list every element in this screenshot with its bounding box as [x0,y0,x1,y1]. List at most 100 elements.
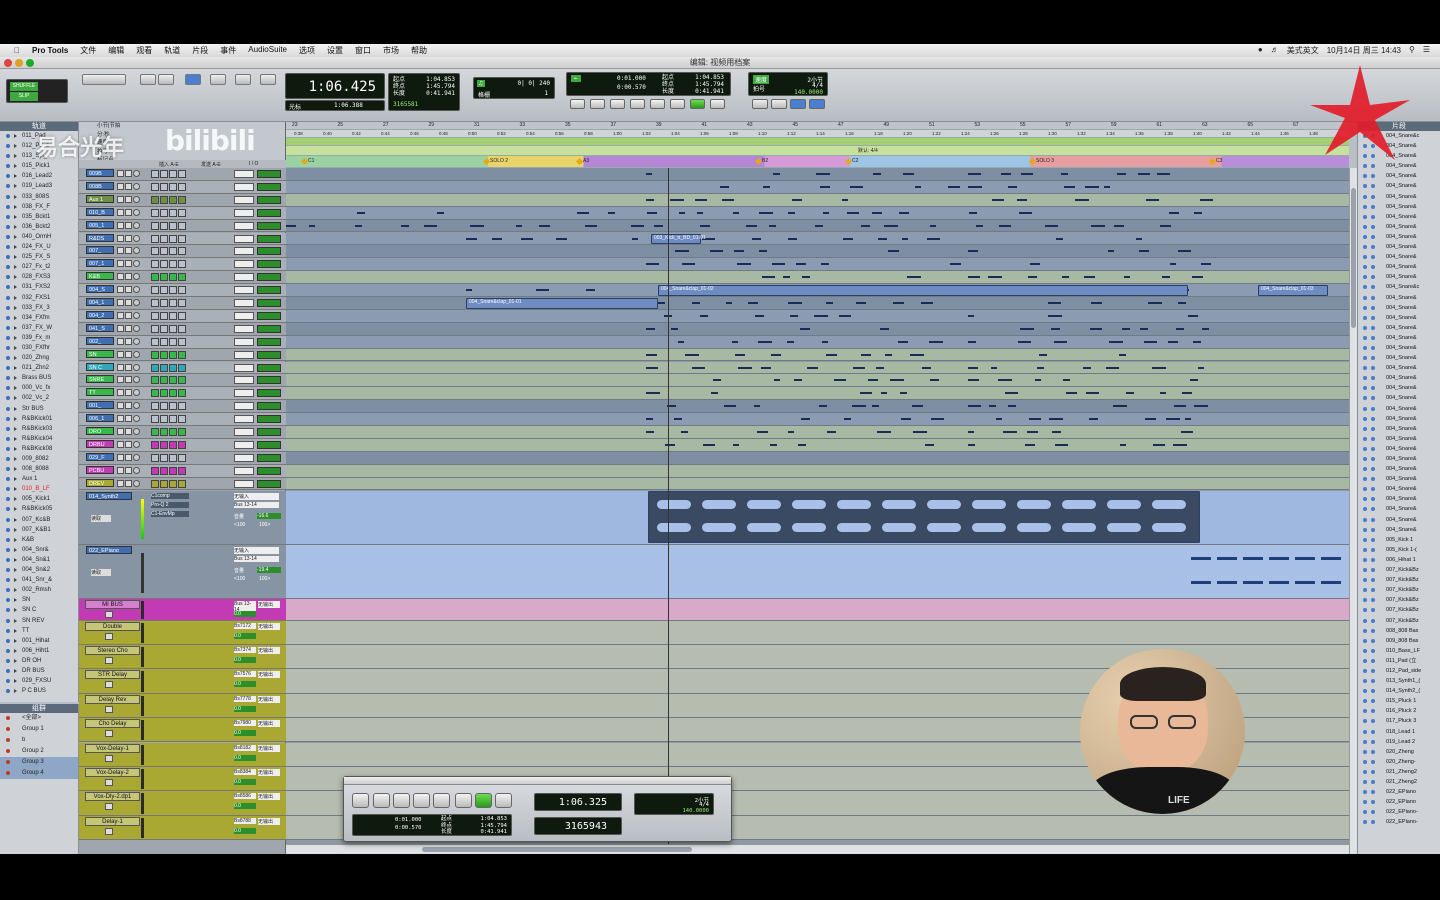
midi-note[interactable] [1028,276,1037,279]
volume-readout[interactable] [257,337,281,346]
midi-note[interactable] [872,405,879,408]
midi-note[interactable] [758,340,772,343]
aux-track-row[interactable]: Cho Delay Bs7980 无输出 0.0 [79,718,286,743]
solo-button[interactable] [117,453,124,461]
clip-list-item[interactable]: 017_Pluck 3 [1358,716,1440,726]
output-selector[interactable] [234,440,254,449]
group-active-icon[interactable] [6,771,10,775]
midi-note[interactable] [771,353,781,356]
insert-slot[interactable] [151,440,159,449]
volume-readout[interactable] [257,415,281,424]
track-list-item[interactable]: 002_Vc_2 [0,393,78,403]
track-name[interactable]: 004_S [86,285,114,294]
apple-icon[interactable]:  [8,46,26,55]
midi-note[interactable] [850,185,863,188]
solo-button[interactable] [117,234,124,242]
midi-note[interactable] [401,224,409,227]
midi-note[interactable] [665,443,675,446]
bus-io[interactable]: Bs8384 [234,768,256,775]
midi-note[interactable] [1194,211,1202,214]
volume-readout[interactable]: 0.0 [234,656,256,663]
midi-note[interactable] [1039,353,1047,356]
midi-note[interactable] [1176,327,1184,330]
menu-item[interactable]: 观看 [130,45,158,56]
bus-io[interactable]: Bs7576 [234,671,256,678]
clip-list-item[interactable]: 004_Snare& [1358,464,1440,474]
insert-slot[interactable] [178,466,186,475]
track-visible-icon[interactable] [6,245,10,250]
clip-list-item[interactable]: 022_EPiano- [1358,807,1440,817]
mute-button[interactable] [105,656,113,664]
midi-note[interactable] [1119,353,1126,356]
track-visible-icon[interactable] [6,527,10,532]
track-name[interactable]: DREV [86,478,114,487]
midi-note[interactable] [876,366,884,369]
insert-slot[interactable] [178,182,186,191]
mute-button[interactable] [125,182,132,190]
volume-readout[interactable] [257,428,281,436]
midi-note[interactable] [788,302,802,304]
track-visible-icon[interactable] [6,174,10,179]
midi-note[interactable] [884,224,898,227]
mute-button[interactable] [125,363,132,371]
stop-icon[interactable] [670,99,685,109]
bus-io[interactable]: Bs7778 [234,695,256,702]
midi-note[interactable] [885,353,892,356]
midi-note[interactable] [1139,250,1149,253]
online-icon[interactable] [570,99,585,109]
midi-note[interactable] [950,263,961,266]
midi-note[interactable] [931,418,944,421]
track-name[interactable]: Double [85,621,140,631]
return-to-zero-icon[interactable] [373,793,390,808]
output-selector[interactable] [234,299,254,307]
midi-note[interactable] [912,405,923,408]
midi-note[interactable] [792,198,802,201]
output-selector[interactable] [234,311,254,320]
track-list-item[interactable]: 033_808S [0,192,78,202]
clip-list-item[interactable]: 013_Synth1_( [1358,676,1440,686]
track-list-item[interactable]: 019_Lead3 [0,181,78,191]
midi-note[interactable] [759,211,773,214]
output-selector[interactable] [234,389,254,398]
midi-note[interactable] [903,173,914,175]
track-visible-icon[interactable] [6,507,10,512]
track-list-item[interactable]: 040_OrmH [0,232,78,242]
mute-button[interactable] [105,778,113,786]
insert-slot[interactable] [151,428,159,436]
insert-slot[interactable] [151,466,159,475]
midi-note[interactable] [788,431,794,433]
midi-note[interactable] [726,302,732,304]
midi-note[interactable] [1090,327,1102,330]
rewind-icon[interactable] [610,99,625,109]
midi-note[interactable] [992,198,1004,201]
input-method[interactable]: 美式英文 [1287,45,1319,56]
track-name[interactable]: DRO [86,427,114,435]
record-arm-button[interactable] [133,195,140,203]
midi-note[interactable] [700,224,710,227]
track-visible-icon[interactable] [6,426,10,431]
midi-note[interactable] [913,431,927,433]
mute-button[interactable] [125,286,132,294]
midi-note[interactable] [999,224,1011,227]
midi-note[interactable] [631,224,644,227]
insert-slot[interactable] [160,428,168,436]
output-selector[interactable] [234,208,254,217]
midi-note[interactable] [988,276,1002,279]
menu-item[interactable]: 编辑 [102,45,130,56]
clip-list-item[interactable]: 004_Snare& [1358,212,1440,222]
mix-track-row[interactable]: 007_ [79,245,286,259]
insert-slot[interactable] [151,170,159,178]
record-arm-button[interactable] [133,415,140,423]
track-list-item[interactable]: DR BUS [0,666,78,676]
tempo-meter-panel[interactable]: 速度 拍号 2小节 4/4 140.0000 [748,72,828,96]
midi-note[interactable] [1178,302,1186,304]
midi-note[interactable] [816,173,830,175]
record-arm-button[interactable] [133,363,140,371]
midi-note[interactable] [783,276,790,279]
midi-note[interactable] [1120,443,1126,446]
volume-readout[interactable] [257,208,281,217]
insert-slot[interactable] [160,363,168,372]
record-arm-button[interactable] [133,273,140,281]
track-name[interactable]: 010_B [86,207,114,216]
insert-slot[interactable] [178,195,186,204]
